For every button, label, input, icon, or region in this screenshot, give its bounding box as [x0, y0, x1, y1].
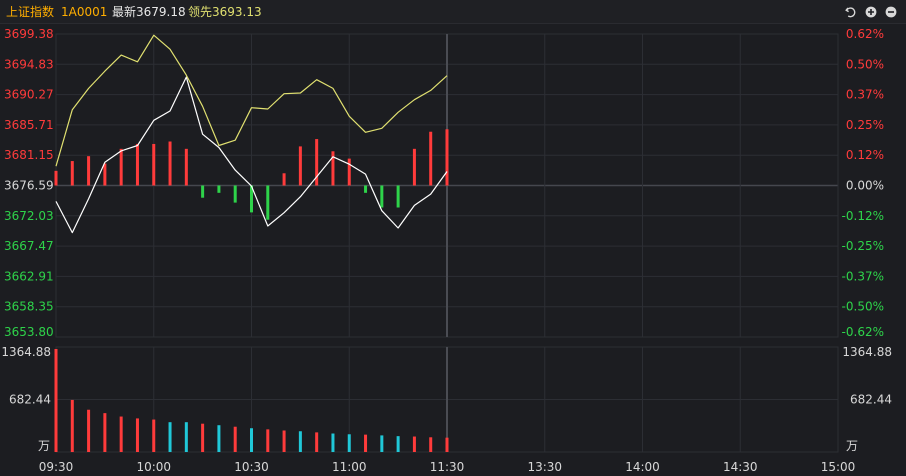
strength-bar: [168, 141, 172, 186]
strength-bar: [396, 185, 400, 208]
price-tick-label: 3681.15: [4, 148, 54, 162]
strength-bar: [282, 173, 286, 186]
volume-bar: [412, 436, 416, 452]
price-tick-label: 3662.91: [4, 269, 54, 283]
percent-tick-label: 0.25%: [846, 118, 884, 132]
chart-grid: [55, 33, 839, 453]
time-tick-label: 14:30: [723, 460, 758, 474]
strength-bar: [184, 148, 188, 186]
volume-bar: [70, 399, 74, 452]
volume-bar: [201, 423, 205, 452]
strength-bar: [70, 161, 74, 186]
percent-tick-label: -0.12%: [842, 209, 884, 223]
time-tick-label: 10:30: [234, 460, 269, 474]
price-tick-label: 3685.71: [4, 118, 54, 132]
strength-bar: [347, 158, 351, 186]
time-tick-label: 09:30: [39, 460, 74, 474]
price-tick-label: 3690.27: [4, 88, 54, 102]
price-tick-label: 3676.59: [4, 179, 54, 193]
percent-tick-label: 0.62%: [846, 27, 884, 41]
latest-price: 最新3679.18: [112, 5, 186, 19]
strength-bar: [266, 185, 270, 220]
volume-bar: [364, 434, 368, 452]
strength-bar: [152, 143, 156, 186]
volume-unit-right: 万: [846, 439, 858, 453]
volume-bar: [429, 437, 433, 452]
volume-bar: [103, 413, 107, 452]
volume-bar: [152, 419, 156, 452]
index-name[interactable]: 上证指数: [6, 5, 54, 19]
chart-header: 上证指数 1A0001 最新3679.18 领先3693.13: [0, 0, 906, 24]
percent-tick-label: 0.37%: [846, 88, 884, 102]
strength-bar: [445, 129, 449, 186]
price-tick-label: 3699.38: [4, 27, 54, 41]
volume-bar: [380, 435, 384, 452]
volume-bar: [315, 432, 319, 452]
volume-bar: [298, 431, 302, 452]
strength-bar: [54, 170, 58, 186]
time-tick-label: 13:30: [527, 460, 562, 474]
strength-bar: [233, 185, 237, 203]
percent-tick-label: -0.62%: [842, 325, 884, 339]
strength-bar: [364, 185, 368, 193]
zoom-out-icon[interactable]: [883, 4, 899, 20]
price-tick-label: 3658.35: [4, 300, 54, 314]
volume-bar: [135, 418, 139, 452]
volume-bar: [233, 426, 237, 452]
time-tick-label: 15:00: [821, 460, 856, 474]
percent-tick-label: -0.37%: [842, 269, 884, 283]
strength-bar: [135, 143, 139, 186]
strength-bar: [201, 185, 205, 198]
volume-bar: [331, 433, 335, 452]
volume-bar: [217, 425, 221, 452]
strength-bar: [217, 185, 221, 193]
time-tick-label: 11:00: [332, 460, 367, 474]
volume-tick-label-right: 682.44: [850, 393, 892, 407]
price-tick-label: 3672.03: [4, 209, 54, 223]
percent-tick-label: 0.00%: [846, 179, 884, 193]
zoom-in-icon[interactable]: [863, 4, 879, 20]
percent-tick-label: -0.50%: [842, 300, 884, 314]
percent-tick-label: 0.12%: [846, 148, 884, 162]
volume-bar: [119, 416, 123, 452]
percent-tick-label: -0.25%: [842, 239, 884, 253]
volume-bar: [396, 436, 400, 452]
volume-bar: [168, 422, 172, 452]
volume-bar: [250, 428, 253, 452]
leading-price: 领先3693.13: [188, 5, 262, 19]
time-tick-label: 14:00: [625, 460, 660, 474]
strength-bar: [412, 148, 416, 186]
volume-bar: [445, 437, 449, 452]
price-tick-label: 3653.80: [4, 325, 54, 339]
volume-bar: [282, 430, 286, 452]
volume-bar: [347, 434, 351, 452]
volume-tick-label-right: 1364.88: [842, 345, 892, 359]
time-tick-label: 10:00: [136, 460, 171, 474]
volume-bar: [87, 409, 91, 452]
volume-bar: [54, 349, 58, 452]
volume-bar: [184, 422, 188, 452]
volume-unit-left: 万: [38, 439, 50, 453]
volume-tick-label-left: 1364.88: [1, 345, 51, 359]
percent-tick-label: 0.50%: [846, 57, 884, 71]
index-code: 1A0001: [61, 5, 108, 19]
strength-bar: [429, 131, 433, 186]
price-tick-label: 3694.83: [4, 57, 54, 71]
volume-bar: [266, 429, 270, 452]
strength-bar: [103, 163, 107, 186]
time-tick-label: 11:30: [430, 460, 465, 474]
volume-tick-label-left: 682.44: [9, 393, 51, 407]
price-tick-label: 3667.47: [4, 239, 54, 253]
strength-bar: [298, 146, 302, 186]
strength-bar: [380, 185, 384, 208]
strength-bar: [119, 148, 123, 186]
undo-icon[interactable]: [843, 4, 859, 20]
intraday-chart[interactable]: 3699.38 3694.83 3690.27 3685.71 3681.15 3676.…: [0, 24, 906, 476]
strength-bar: [87, 156, 91, 186]
